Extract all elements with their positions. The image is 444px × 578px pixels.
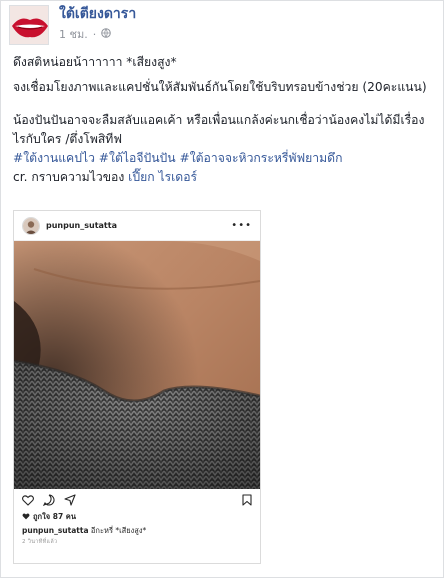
ig-timestamp: 2 วินาทีที่แล้ว	[22, 539, 58, 545]
ig-caption: punpun_sutatta อีกะหรี่ *เสียงสูง*	[14, 522, 260, 536]
hashtag-link[interactable]: #ใต้อาจจะหิวกระหรี่พัฟยามดึก	[179, 151, 342, 165]
page-name[interactable]: ใต้เตียงดารา	[59, 5, 136, 23]
post-meta: 1 ชม. ·	[59, 27, 136, 43]
more-icon: •••	[231, 219, 252, 231]
share-icon[interactable]	[64, 494, 76, 506]
caption-line-2: จงเชื่อมโยงภาพและแคปชั่นให้สัมพันธ์กันโด…	[13, 80, 427, 94]
likes-heart-icon	[22, 513, 30, 520]
post-caption: ดึงสติหน่อยน้าาาาาา *เสียงสูง* จงเชื่อมโ…	[13, 53, 433, 187]
heart-icon[interactable]	[22, 494, 34, 506]
ig-username: punpun_sutatta	[46, 221, 117, 230]
hashtag-link[interactable]: #ใต้งานแคปไว	[13, 151, 95, 165]
caption-line-3: น้องปันปันอาจจะลืมสลับแอคเค้า หรือเพื่อน…	[13, 113, 425, 146]
comment-icon[interactable]	[43, 494, 55, 506]
ig-header: punpun_sutatta •••	[14, 211, 260, 241]
ig-action-bar	[14, 489, 260, 511]
credit-name-link[interactable]: เปี๊ยก ไรเดอร์	[128, 170, 197, 184]
page-avatar[interactable]	[9, 5, 49, 45]
credit-prefix: cr. กราบความไวของ	[13, 170, 125, 184]
ig-likes-count[interactable]: ถูกใจ 87 คน	[33, 511, 76, 522]
hashtag-link[interactable]: #ใต้ไอจีปันปัน	[99, 151, 176, 165]
ig-likes-row: ถูกใจ 87 คน	[14, 511, 260, 522]
bookmark-icon[interactable]	[242, 494, 252, 506]
instagram-screenshot[interactable]: punpun_sutatta ••• ถูกใจ 87 คน punpun_su…	[13, 210, 261, 564]
ig-avatar	[22, 216, 40, 235]
globe-icon[interactable]	[101, 27, 112, 43]
ig-photo	[14, 241, 260, 489]
ig-caption-user[interactable]: punpun_sutatta	[22, 526, 89, 535]
header-text: ใต้เตียงดารา 1 ชม. ·	[59, 5, 136, 43]
post-time[interactable]: 1 ชม.	[59, 27, 88, 43]
post-header: ใต้เตียงดารา 1 ชม. ·	[9, 5, 136, 45]
caption-line-1: ดึงสติหน่อยน้าาาาาา *เสียงสูง*	[13, 55, 177, 69]
credit-line: cr. กราบความไวของ เปี๊ยก ไรเดอร์	[13, 168, 433, 187]
lips-logo-icon	[10, 6, 48, 44]
ig-caption-text: อีกะหรี่ *เสียงสูง*	[90, 526, 147, 535]
meta-separator: ·	[92, 28, 97, 41]
hashtag-row: #ใต้งานแคปไว #ใต้ไอจีปันปัน #ใต้อาจจะหิว…	[13, 149, 433, 168]
facebook-post: ใต้เตียงดารา 1 ชม. · ดึงสติหน่อยน้าาาาาา…	[0, 0, 444, 578]
